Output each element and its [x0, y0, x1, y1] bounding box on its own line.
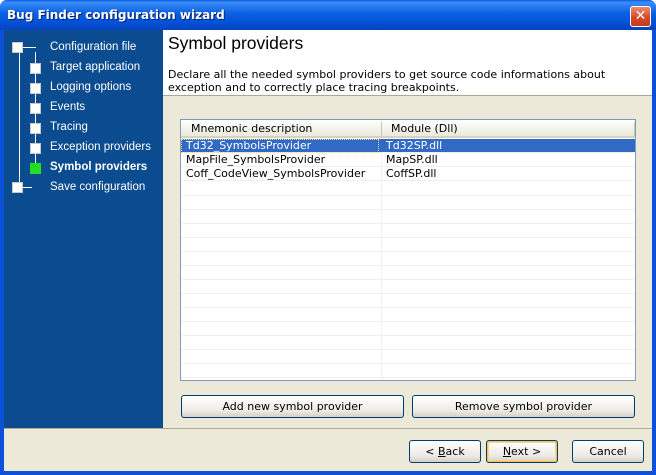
- client-area: Configuration file Target application Lo…: [4, 30, 652, 471]
- column-separator[interactable]: [634, 122, 635, 136]
- sidebar-item-tracing[interactable]: Tracing: [50, 121, 88, 133]
- empty-row-gridline: [181, 377, 635, 378]
- sidebar-item-events[interactable]: Events: [50, 101, 85, 113]
- tree-connector-line: [23, 47, 36, 48]
- step-node-icon: [30, 63, 41, 74]
- empty-row-gridline: [181, 321, 635, 322]
- sidebar-item-configuration-file[interactable]: Configuration file: [50, 41, 136, 53]
- close-icon[interactable]: ✕: [630, 6, 651, 27]
- column-header-module[interactable]: Module (Dll): [391, 122, 458, 135]
- next-button-label: ext >: [511, 445, 542, 458]
- step-node-icon: [12, 182, 23, 193]
- back-button[interactable]: < Back: [409, 440, 481, 463]
- cell-module: Td32SP.dll: [386, 139, 443, 152]
- step-node-icon: [12, 42, 23, 53]
- step-node-icon: [30, 123, 41, 134]
- cell-mnemonic: Coff_CodeView_SymbolsProvider: [186, 167, 366, 180]
- empty-row-gridline: [181, 279, 635, 280]
- symbol-providers-grid[interactable]: Mnemonic description Module (Dll) Td32_S…: [180, 119, 636, 381]
- cancel-button[interactable]: Cancel: [572, 440, 644, 463]
- wizard-footer: < Back Next > Cancel: [4, 428, 652, 471]
- cell-mnemonic: MapFile_SymbolsProvider: [186, 153, 326, 166]
- remove-symbol-provider-button[interactable]: Remove symbol provider: [412, 395, 635, 418]
- empty-row-gridline: [181, 349, 635, 350]
- column-header-mnemonic[interactable]: Mnemonic description: [191, 122, 312, 135]
- sidebar-item-save-configuration[interactable]: Save configuration: [50, 181, 145, 193]
- wizard-steps-sidebar: Configuration file Target application Lo…: [4, 30, 163, 428]
- empty-row-gridline: [181, 265, 635, 266]
- back-button-prefix: <: [425, 445, 438, 458]
- table-row[interactable]: Coff_CodeView_SymbolsProvider CoffSP.dll: [181, 167, 635, 181]
- step-node-icon: [30, 83, 41, 94]
- sidebar-item-symbol-providers[interactable]: Symbol providers: [50, 161, 147, 173]
- empty-row-gridline: [181, 209, 635, 210]
- back-button-label: ack: [445, 445, 465, 458]
- empty-row-gridline: [181, 251, 635, 252]
- page-header: Symbol providers Declare all the needed …: [163, 30, 652, 96]
- title-bar[interactable]: Bug Finder configuration wizard ✕: [0, 0, 656, 30]
- next-button-accesskey: N: [502, 445, 512, 458]
- next-button[interactable]: Next >: [486, 440, 558, 463]
- column-separator[interactable]: [381, 122, 382, 136]
- empty-row-gridline: [181, 237, 635, 238]
- table-row[interactable]: MapFile_SymbolsProvider MapSP.dll: [181, 153, 635, 167]
- sidebar-item-target-application[interactable]: Target application: [50, 61, 140, 73]
- cell-module: MapSP.dll: [386, 153, 438, 166]
- empty-row-gridline: [181, 335, 635, 336]
- step-node-icon: [30, 103, 41, 114]
- page-description: Declare all the needed symbol providers …: [168, 68, 606, 94]
- cell-mnemonic: Td32_SymbolsProvider: [186, 139, 312, 152]
- sidebar-item-logging-options[interactable]: Logging options: [50, 81, 131, 93]
- page-title: Symbol providers: [168, 33, 304, 53]
- cell-module: CoffSP.dll: [386, 167, 437, 180]
- content-pane: Symbol providers Declare all the needed …: [163, 30, 652, 428]
- tree-connector-line: [19, 50, 20, 188]
- back-button-accesskey: B: [438, 445, 446, 458]
- table-row[interactable]: Td32_SymbolsProvider Td32SP.dll: [181, 139, 635, 153]
- grid-header: Mnemonic description Module (Dll): [181, 120, 635, 138]
- window-title: Bug Finder configuration wizard: [7, 8, 225, 22]
- add-symbol-provider-button[interactable]: Add new symbol provider: [181, 395, 404, 418]
- empty-row-gridline: [181, 293, 635, 294]
- step-node-active-icon: [30, 163, 41, 174]
- step-node-icon: [30, 143, 41, 154]
- empty-row-gridline: [181, 195, 635, 196]
- empty-row-gridline: [181, 363, 635, 364]
- sidebar-item-exception-providers[interactable]: Exception providers: [50, 141, 151, 153]
- wizard-window: Bug Finder configuration wizard ✕ Config…: [0, 0, 656, 475]
- empty-row-gridline: [181, 307, 635, 308]
- empty-row-gridline: [181, 223, 635, 224]
